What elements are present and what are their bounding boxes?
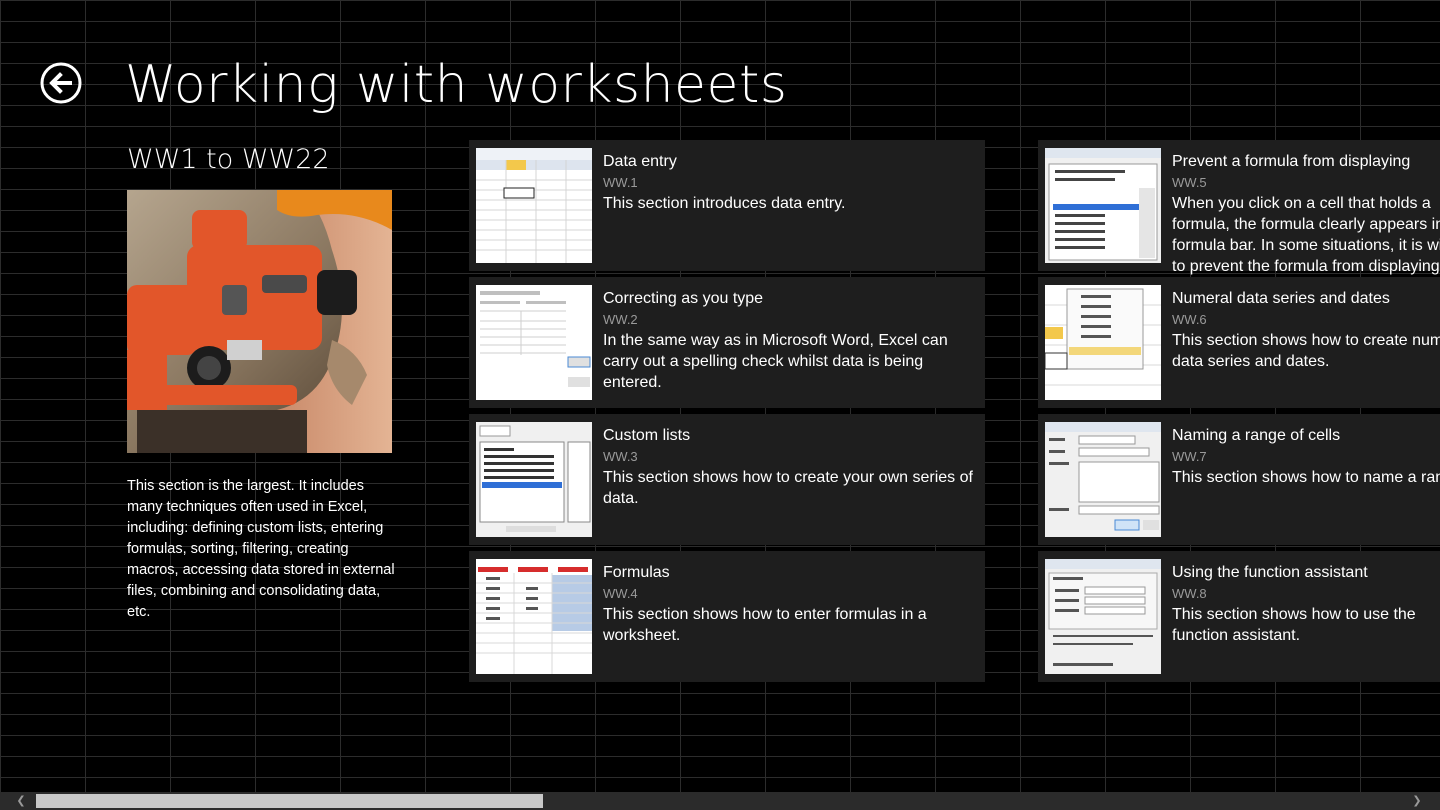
- item-title: Naming a range of cells: [1172, 427, 1341, 444]
- item-card-function-assistant[interactable]: Using the function assistant WW.8 This s…: [1038, 551, 1440, 682]
- item-card-custom-lists[interactable]: Custom lists WW.3 This section shows how…: [469, 414, 985, 545]
- item-code: WW.4: [603, 586, 638, 601]
- item-code: WW.1: [603, 175, 638, 190]
- surveyor-photo: [127, 190, 392, 453]
- item-description: This section shows how to create your ow…: [603, 469, 973, 507]
- page: Working with worksheets WW1 to WW22 This…: [0, 0, 1440, 810]
- item-card-data-entry[interactable]: Data entry WW.1 This section introduces …: [469, 140, 985, 271]
- scrollbar-thumb[interactable]: [36, 794, 543, 808]
- item-thumbnail: [476, 422, 592, 537]
- item-thumbnail: [1045, 148, 1161, 263]
- item-description: This section introduces data entry.: [603, 195, 846, 212]
- item-title: Numeral data series and dates: [1172, 290, 1390, 307]
- group-subtitle: WW1 to WW22: [127, 144, 330, 175]
- item-thumbnail: [476, 148, 592, 263]
- item-thumbnail: [476, 285, 592, 400]
- back-button[interactable]: [40, 62, 82, 104]
- item-description: This section shows how to name a range o…: [1172, 469, 1440, 486]
- item-description: When you click on a cell that holds a fo…: [1172, 195, 1440, 275]
- item-description: This section shows how to create numeral…: [1172, 332, 1440, 370]
- page-title: Working with worksheets: [125, 55, 788, 115]
- group-description: This section is the largest. It includes…: [127, 478, 395, 620]
- horizontal-scrollbar[interactable]: ❮ ❯: [0, 792, 1440, 810]
- item-card-naming-range[interactable]: Naming a range of cells WW.7 This sectio…: [1038, 414, 1440, 545]
- item-thumbnail: [476, 559, 592, 674]
- item-title: Formulas: [603, 564, 670, 581]
- item-code: WW.8: [1172, 586, 1207, 601]
- item-description: In the same way as in Microsoft Word, Ex…: [603, 332, 948, 391]
- item-description: This section shows how to enter formulas…: [603, 606, 927, 644]
- chevron-right-icon[interactable]: ❯: [1402, 792, 1432, 810]
- item-card-formulas[interactable]: Formulas WW.4 This section shows how to …: [469, 551, 985, 682]
- item-thumbnail: [1045, 559, 1161, 674]
- item-card-prevent-formula[interactable]: Prevent a formula from displaying WW.5 W…: [1038, 140, 1440, 275]
- item-code: WW.6: [1172, 312, 1207, 327]
- item-title: Data entry: [603, 153, 677, 170]
- item-title: Custom lists: [603, 427, 691, 444]
- item-code: WW.5: [1172, 175, 1207, 190]
- item-code: WW.3: [603, 449, 638, 464]
- item-title: Correcting as you type: [603, 290, 764, 307]
- item-description: This section shows how to use the functi…: [1172, 606, 1416, 644]
- item-code: WW.2: [603, 312, 638, 327]
- back-arrow-icon: [40, 62, 82, 104]
- item-card-correcting-as-you-type[interactable]: Correcting as you type WW.2 In the same …: [469, 277, 985, 408]
- chevron-left-icon[interactable]: ❮: [6, 792, 36, 810]
- item-card-numeral-data-series[interactable]: Numeral data series and dates WW.6 This …: [1038, 277, 1440, 408]
- item-code: WW.7: [1172, 449, 1207, 464]
- item-thumbnail: [1045, 285, 1161, 400]
- item-title: Using the function assistant: [1172, 564, 1368, 581]
- item-title: Prevent a formula from displaying: [1172, 153, 1411, 170]
- item-thumbnail: [1045, 422, 1161, 537]
